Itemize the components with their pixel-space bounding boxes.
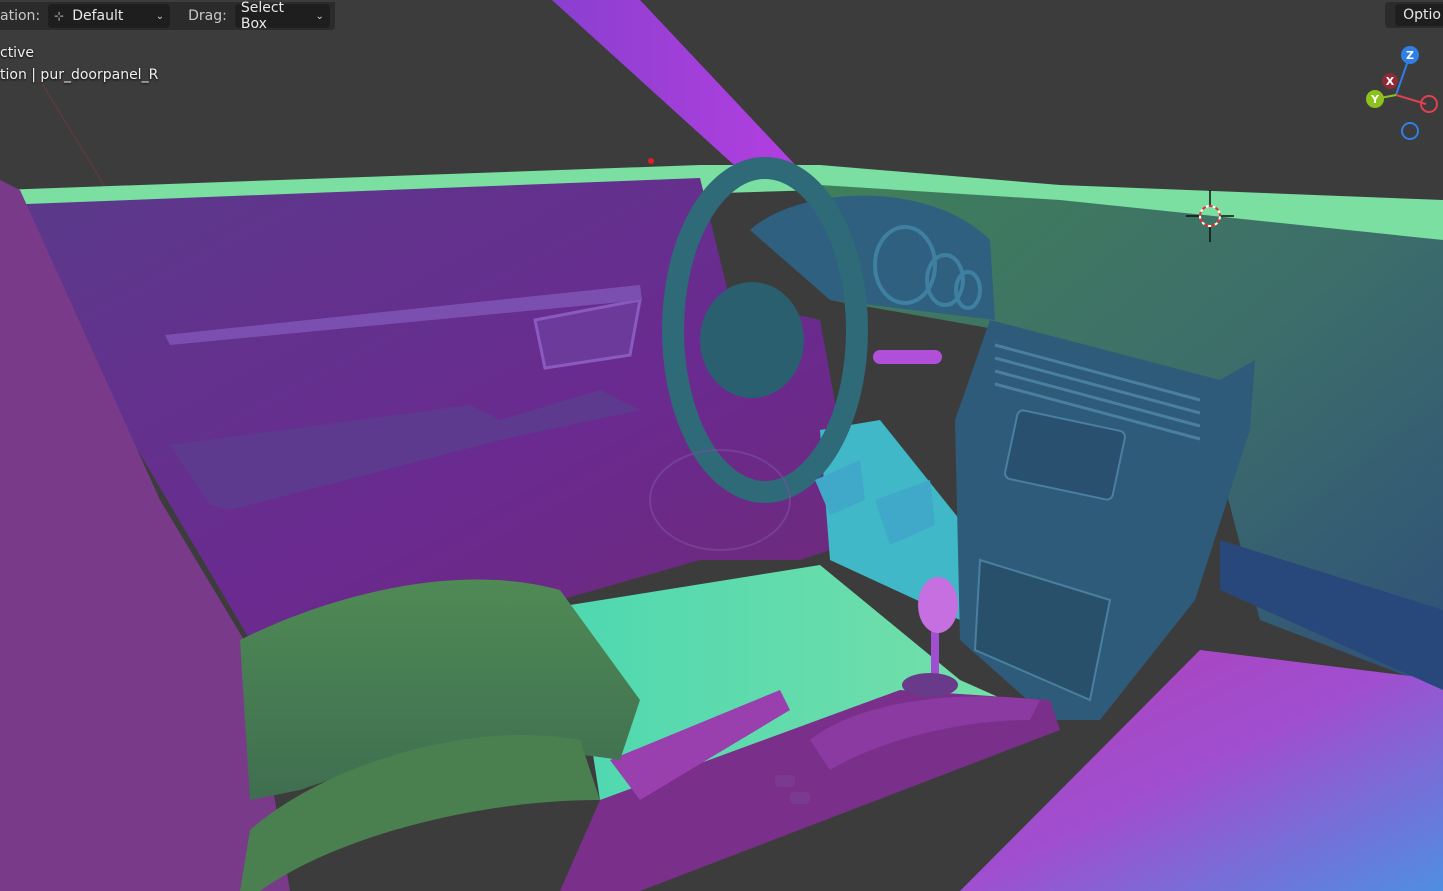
console-switch	[790, 792, 810, 804]
orientation-dropdown[interactable]: ⊹ Default ⌄	[48, 4, 171, 28]
drag-dropdown[interactable]: Select Box ⌄	[234, 0, 330, 32]
viewport-info-overlay: ctive tion | pur_doorpanel_R	[0, 42, 158, 86]
chevron-down-icon: ⌄	[315, 10, 324, 22]
options-button[interactable]: Optio	[1385, 2, 1443, 28]
grid-axis-line	[39, 79, 111, 196]
z-axis-label: Z	[1406, 49, 1414, 62]
orientation-value: Default	[72, 8, 124, 24]
viewport-header: ation: ⊹ Default ⌄ Drag: Select Box ⌄ Op…	[0, 0, 1443, 32]
3d-viewport[interactable]	[0, 0, 1443, 891]
x-axis-label: X	[1386, 75, 1395, 88]
axis-gizmo[interactable]: Z X Y	[1363, 40, 1443, 150]
shifter-knob	[918, 577, 958, 633]
viewport-scene[interactable]	[0, 0, 1443, 891]
light-origin-dot	[648, 158, 654, 164]
orientation-icon: ⊹	[54, 9, 65, 23]
header-tool-settings: ation: ⊹ Default ⌄ Drag: Select Box ⌄	[0, 0, 335, 32]
viewport-object-text: tion | pur_doorpanel_R	[0, 67, 159, 83]
z-axis-neg-handle[interactable]	[1401, 122, 1419, 140]
options-label: Optio	[1395, 4, 1443, 26]
shifter-boot	[902, 673, 958, 697]
y-axis-label: Y	[1370, 93, 1380, 106]
drag-value: Select Box	[240, 0, 285, 32]
steering-airbag	[700, 282, 804, 398]
chevron-down-icon: ⌄	[155, 10, 165, 22]
console-switch	[775, 775, 795, 787]
orientation-label: ation:	[0, 8, 41, 24]
viewport-mode-text: ctive	[0, 45, 34, 61]
drag-label: Drag:	[188, 8, 227, 24]
navigation-gizmo[interactable]: Z X Y	[1363, 40, 1443, 150]
